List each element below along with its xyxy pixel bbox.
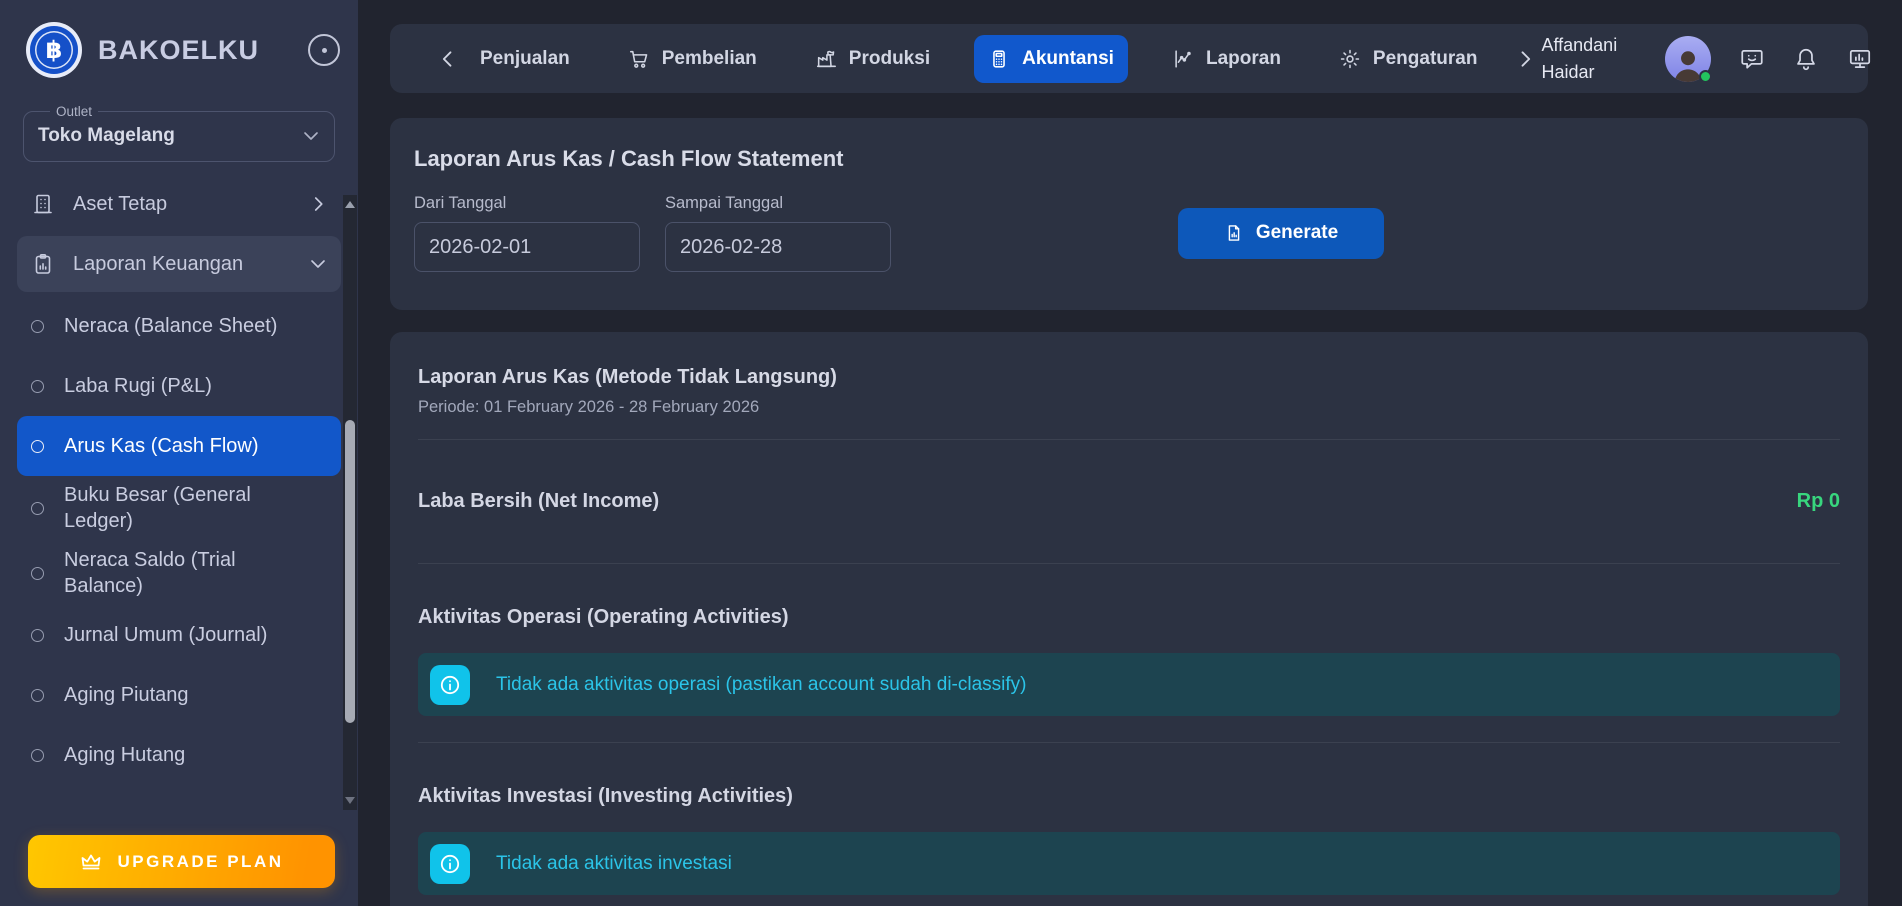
gear-icon [1339, 48, 1361, 70]
bubble-smile-icon [1739, 46, 1765, 72]
user-name: Affandani Haidar [1541, 32, 1641, 84]
nav-tabs: Penjualan Pembelian Produksi Akuntansi L… [466, 35, 1491, 83]
generate-button[interactable]: Generate [1178, 208, 1384, 259]
filter-card: Laporan Arus Kas / Cash Flow Statement D… [390, 118, 1868, 310]
sidebar-item-aging-hutang[interactable]: Aging Hutang [17, 726, 341, 786]
from-date-input[interactable] [414, 222, 640, 272]
bullet-icon [31, 320, 44, 333]
upgrade-plan-button[interactable]: UPGRADE PLAN [28, 835, 335, 888]
report-card: Laporan Arus Kas (Metode Tidak Langsung)… [390, 332, 1868, 906]
sidebar-item-aset-tetap[interactable]: Aset Tetap [17, 176, 341, 232]
logo-row: ฿ BAKOELKU [0, 0, 358, 78]
bullet-icon [31, 502, 44, 515]
sidebar-item-arus-kas[interactable]: Arus Kas (Cash Flow) [17, 416, 341, 476]
btc-coin-icon: ฿ [26, 22, 82, 78]
chart-line-icon [1172, 48, 1194, 70]
chevron-left-icon [438, 49, 458, 69]
crown-icon [79, 850, 103, 874]
doc-chart-icon [1224, 223, 1244, 243]
tab-laporan[interactable]: Laporan [1158, 35, 1295, 83]
report-section: Aktivitas Investasi (Investing Activitie… [418, 743, 1840, 906]
cart-icon [628, 48, 650, 70]
bullet-icon [31, 440, 44, 453]
notifications-button[interactable] [1789, 42, 1823, 76]
sidebar-collapse-button[interactable] [308, 34, 340, 66]
btc-glyph: ฿ [46, 36, 63, 65]
brand-title: BAKOELKU [98, 35, 308, 66]
sidebar-item-neraca-saldo[interactable]: Neraca Saldo (Trial Balance) [17, 541, 341, 606]
outlet-label: Outlet [50, 104, 98, 119]
calculator-icon [988, 48, 1010, 70]
bullet-icon [31, 689, 44, 702]
report-title: Laporan Arus Kas (Metode Tidak Langsung) [418, 366, 1840, 389]
to-date-field: Sampai Tanggal [665, 194, 891, 272]
outlet-select[interactable]: Outlet Toko Magelang [23, 104, 335, 162]
bullet-icon [31, 567, 44, 580]
to-date-label: Sampai Tanggal [665, 194, 891, 213]
chevron-down-icon [309, 255, 327, 273]
outlet-value: Toko Magelang [38, 125, 175, 147]
chevron-right-icon [1515, 49, 1535, 69]
net-income-label: Laba Bersih (Net Income) [418, 490, 659, 513]
info-banner-text: Tidak ada aktivitas operasi (pastikan ac… [496, 674, 1027, 696]
sidebar-item-aging-piutang[interactable]: Aging Piutang [17, 666, 341, 726]
bullet-icon [31, 380, 44, 393]
sidebar-item-jurnal-umum[interactable]: Jurnal Umum (Journal) [17, 606, 341, 666]
bullet-icon [31, 749, 44, 762]
scroll-down-arrow[interactable] [345, 797, 355, 804]
navbar-right: Affandani Haidar [1541, 32, 1877, 84]
info-icon [430, 844, 470, 884]
tab-produksi[interactable]: Produksi [801, 35, 944, 83]
to-date-input[interactable] [665, 222, 891, 272]
sidebar-scrollbar[interactable] [343, 195, 357, 810]
tab-penjualan[interactable]: Penjualan [466, 35, 584, 83]
sidebar: ฿ BAKOELKU Outlet Toko Magelang Aset Tet… [0, 0, 358, 906]
tab-pengaturan[interactable]: Pengaturan [1325, 35, 1492, 83]
main-area: Penjualan Pembelian Produksi Akuntansi L… [390, 0, 1868, 906]
bell-icon [1793, 46, 1819, 72]
clipboard-chart-icon [31, 252, 55, 276]
filter-form: Dari Tanggal Sampai Tanggal Generate [414, 194, 1836, 272]
section-heading: Aktivitas Operasi (Operating Activities) [418, 564, 1840, 629]
scroll-up-arrow[interactable] [345, 201, 355, 208]
sidebar-item-neraca[interactable]: Neraca (Balance Sheet) [17, 296, 341, 356]
net-income-row: Laba Bersih (Net Income) Rp 0 [418, 440, 1840, 564]
net-income-value: Rp 0 [1797, 490, 1840, 513]
chevron-down-icon [302, 127, 320, 145]
scrollbar-thumb[interactable] [345, 420, 355, 723]
info-banner: Tidak ada aktivitas operasi (pastikan ac… [418, 653, 1840, 716]
display-button[interactable] [1843, 42, 1877, 76]
online-status-dot [1699, 70, 1712, 83]
bullet-icon [31, 629, 44, 642]
report-section: Aktivitas Operasi (Operating Activities)… [418, 564, 1840, 743]
page-title: Laporan Arus Kas / Cash Flow Statement [414, 146, 1836, 172]
from-date-field: Dari Tanggal [414, 194, 640, 272]
info-banner: Tidak ada aktivitas investasi [418, 832, 1840, 895]
sidebar-item-laporan-keuangan[interactable]: Laporan Keuangan [17, 236, 341, 292]
archive-icon [31, 192, 55, 216]
sidebar-item-buku-besar[interactable]: Buku Besar (General Ledger) [17, 476, 341, 541]
tabs-scroll-left-button[interactable] [432, 43, 464, 75]
info-banner-text: Tidak ada aktivitas investasi [496, 853, 732, 875]
monitor-chart-icon [1847, 46, 1873, 72]
factory-icon [815, 48, 837, 70]
tab-akuntansi[interactable]: Akuntansi [974, 35, 1128, 83]
tab-pembelian[interactable]: Pembelian [614, 35, 771, 83]
from-date-label: Dari Tanggal [414, 194, 640, 213]
chevron-right-icon [309, 195, 327, 213]
report-period: Periode: 01 February 2026 - 28 February … [418, 398, 1840, 417]
sidebar-menu: Aset Tetap Laporan Keuangan Neraca (Bala… [0, 176, 358, 786]
feedback-button[interactable] [1735, 42, 1769, 76]
top-navbar: Penjualan Pembelian Produksi Akuntansi L… [390, 24, 1868, 93]
section-heading: Aktivitas Investasi (Investing Activitie… [418, 743, 1840, 808]
tabs-scroll-right-button[interactable] [1509, 43, 1541, 75]
avatar[interactable] [1665, 36, 1711, 82]
report-header: Laporan Arus Kas (Metode Tidak Langsung)… [418, 332, 1840, 440]
info-icon [430, 665, 470, 705]
sidebar-item-laba-rugi[interactable]: Laba Rugi (P&L) [17, 356, 341, 416]
